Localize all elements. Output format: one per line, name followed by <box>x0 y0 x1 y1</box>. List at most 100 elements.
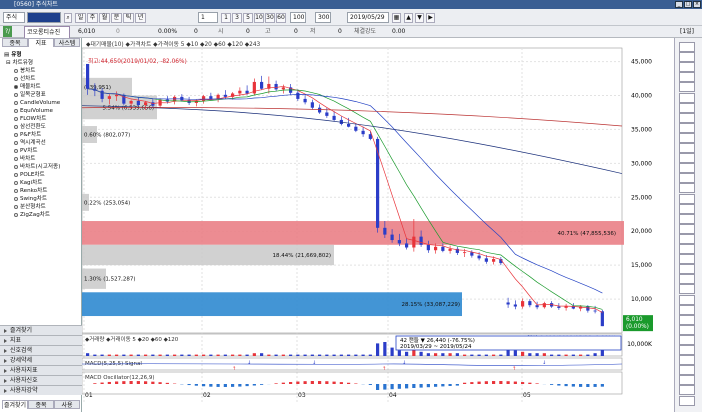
tool-icon-0[interactable] <box>679 42 695 52</box>
bottom-tab-0[interactable]: 즐겨찾기 <box>2 400 28 409</box>
tool-icon-30[interactable] <box>679 345 695 355</box>
chart-type-item[interactable]: 일목균형표 <box>0 91 82 99</box>
chart-type-item[interactable]: PV차트 <box>0 147 82 155</box>
tool-icon-24[interactable] <box>679 284 695 294</box>
interval-button-0[interactable]: 1 <box>221 13 231 23</box>
tool-play-button[interactable]: ▶ <box>426 13 435 23</box>
tool-icon-4[interactable] <box>679 82 695 92</box>
tool-icon-11[interactable] <box>679 153 695 163</box>
tool-icon-5[interactable] <box>679 93 695 103</box>
chart-svg[interactable]: 45,00040,00035,00030,00025,00020,00015,0… <box>82 38 674 412</box>
chart-type-item[interactable]: Kagi차트 <box>0 179 82 187</box>
tool-icon-26[interactable] <box>679 305 695 315</box>
section-6[interactable]: 사용자강약 <box>0 385 82 395</box>
bottom-tab-1[interactable]: 종목 <box>28 400 54 409</box>
tool-icon-22[interactable] <box>679 264 695 274</box>
chart-type-item[interactable]: 매물차트 <box>0 83 82 91</box>
period-button-2[interactable]: 월 <box>99 13 110 23</box>
chart-type-item[interactable]: P&F차트 <box>0 131 82 139</box>
section-1[interactable]: 지표 <box>0 335 82 345</box>
bottom-tab-2[interactable]: 사용 <box>54 400 80 409</box>
tool-icon-20[interactable] <box>679 244 695 254</box>
tool-icon-19[interactable] <box>679 234 695 244</box>
tool-icon-16[interactable] <box>679 204 695 214</box>
tree-group[interactable]: ⊟ 차트유형 <box>0 59 82 67</box>
chart-type-item[interactable]: Renko차트 <box>0 187 82 195</box>
period-button-5[interactable]: 년 <box>135 13 146 23</box>
period-button-0[interactable]: 일 <box>75 13 86 23</box>
chart-type-item[interactable]: Swing차트 <box>0 195 82 203</box>
chart-type-item[interactable]: POLE차트 <box>0 171 82 179</box>
section-4[interactable]: 사용자지표 <box>0 365 82 375</box>
tool-icon-13[interactable] <box>679 173 695 183</box>
tool-icon-25[interactable] <box>679 295 695 305</box>
tool-icon-1[interactable] <box>679 52 695 62</box>
maximize-button[interactable]: □ <box>684 1 692 8</box>
tool-icon-7[interactable] <box>679 113 695 123</box>
chart-type-item[interactable]: 바차트 <box>0 155 82 163</box>
chart-type-item[interactable]: 봉차트 <box>0 67 82 75</box>
chart-type-item[interactable]: 선차트 <box>0 75 82 83</box>
tool-icon-2[interactable] <box>679 62 695 72</box>
chart-type-item[interactable]: ZigZag차트 <box>0 211 82 219</box>
tool-icon-3[interactable] <box>679 72 695 82</box>
interval-button-2[interactable]: 5 <box>243 13 253 23</box>
period-button-4[interactable]: 틱 <box>123 13 134 23</box>
chart-type-item[interactable]: 분산형차트 <box>0 203 82 211</box>
tool-icon-8[interactable] <box>679 123 695 133</box>
tool-icon-14[interactable] <box>679 183 695 193</box>
chart-type-item[interactable]: EquiVolume <box>0 107 82 115</box>
chart-type-item[interactable]: FLOW차트 <box>0 115 82 123</box>
chart-type-item[interactable]: CandleVolume <box>0 99 82 107</box>
tool-icon-17[interactable] <box>679 214 695 224</box>
tool-icon-28[interactable] <box>679 325 695 335</box>
interval-input[interactable]: 1 <box>198 12 218 23</box>
volume-bar <box>434 353 437 356</box>
tool-up-button[interactable]: ▲ <box>404 13 413 23</box>
tool-down-button[interactable]: ▼ <box>415 13 424 23</box>
tool-icon-33[interactable] <box>679 375 695 385</box>
tool-icon-35[interactable] <box>679 396 695 406</box>
chart-type-item[interactable]: 바차트(시고저종) <box>0 163 82 171</box>
tool-icon-31[interactable] <box>679 355 695 365</box>
interval-button-3[interactable]: 10 <box>254 13 264 23</box>
tool-icon-18[interactable] <box>679 224 695 234</box>
tab-items[interactable]: 종목 <box>2 38 28 47</box>
count-input[interactable]: 300 <box>315 12 331 23</box>
zoom-input[interactable]: 100 <box>290 12 306 23</box>
chart-type-item[interactable]: 삼선전환도 <box>0 123 82 131</box>
minimize-button[interactable]: _ <box>675 1 683 8</box>
tool-icon-12[interactable] <box>679 163 695 173</box>
chart-type-item[interactable]: 역시계곡선 <box>0 139 82 147</box>
tool-icon-32[interactable] <box>679 365 695 375</box>
tool-icon-6[interactable] <box>679 103 695 113</box>
period-button-3[interactable]: 분 <box>111 13 122 23</box>
interval-button-1[interactable]: 3 <box>232 13 242 23</box>
tool-icon-9[interactable] <box>679 133 695 143</box>
tool-icon-34[interactable] <box>679 385 695 395</box>
tool-icon-23[interactable] <box>679 274 695 284</box>
date-input[interactable]: 2019/05/29 <box>347 12 389 23</box>
tab-system[interactable]: 사스템 <box>54 38 80 47</box>
tool-icon-29[interactable] <box>679 335 695 345</box>
tab-indicators[interactable]: 지표 <box>28 38 54 47</box>
tool-icon-21[interactable] <box>679 254 695 264</box>
close-button[interactable]: × <box>693 1 701 8</box>
section-2[interactable]: 신호검색 <box>0 345 82 355</box>
code-input[interactable] <box>27 12 61 23</box>
tool-icon-10[interactable] <box>679 143 695 153</box>
interval-button-4[interactable]: 30 <box>265 13 275 23</box>
market-select[interactable]: 주식 <box>3 12 25 23</box>
tool-icon-27[interactable] <box>679 315 695 325</box>
section-5[interactable]: 사용자신호 <box>0 375 82 385</box>
period-button-1[interactable]: 주 <box>87 13 98 23</box>
tool-icon-15[interactable] <box>679 194 695 204</box>
tree-header[interactable]: ▤ 유형 <box>0 51 82 59</box>
interval-button-5[interactable]: 60 <box>276 13 286 23</box>
section-0[interactable]: 즐겨찾기 <box>0 325 82 335</box>
search-icon[interactable]: ⌕ <box>64 13 72 23</box>
section-3[interactable]: 강세약세 <box>0 355 82 365</box>
calendar-icon[interactable]: ▦ <box>392 13 401 23</box>
chart-area[interactable]: 45,00040,00035,00030,00025,00020,00015,0… <box>82 38 674 412</box>
volume-bar <box>420 352 423 356</box>
